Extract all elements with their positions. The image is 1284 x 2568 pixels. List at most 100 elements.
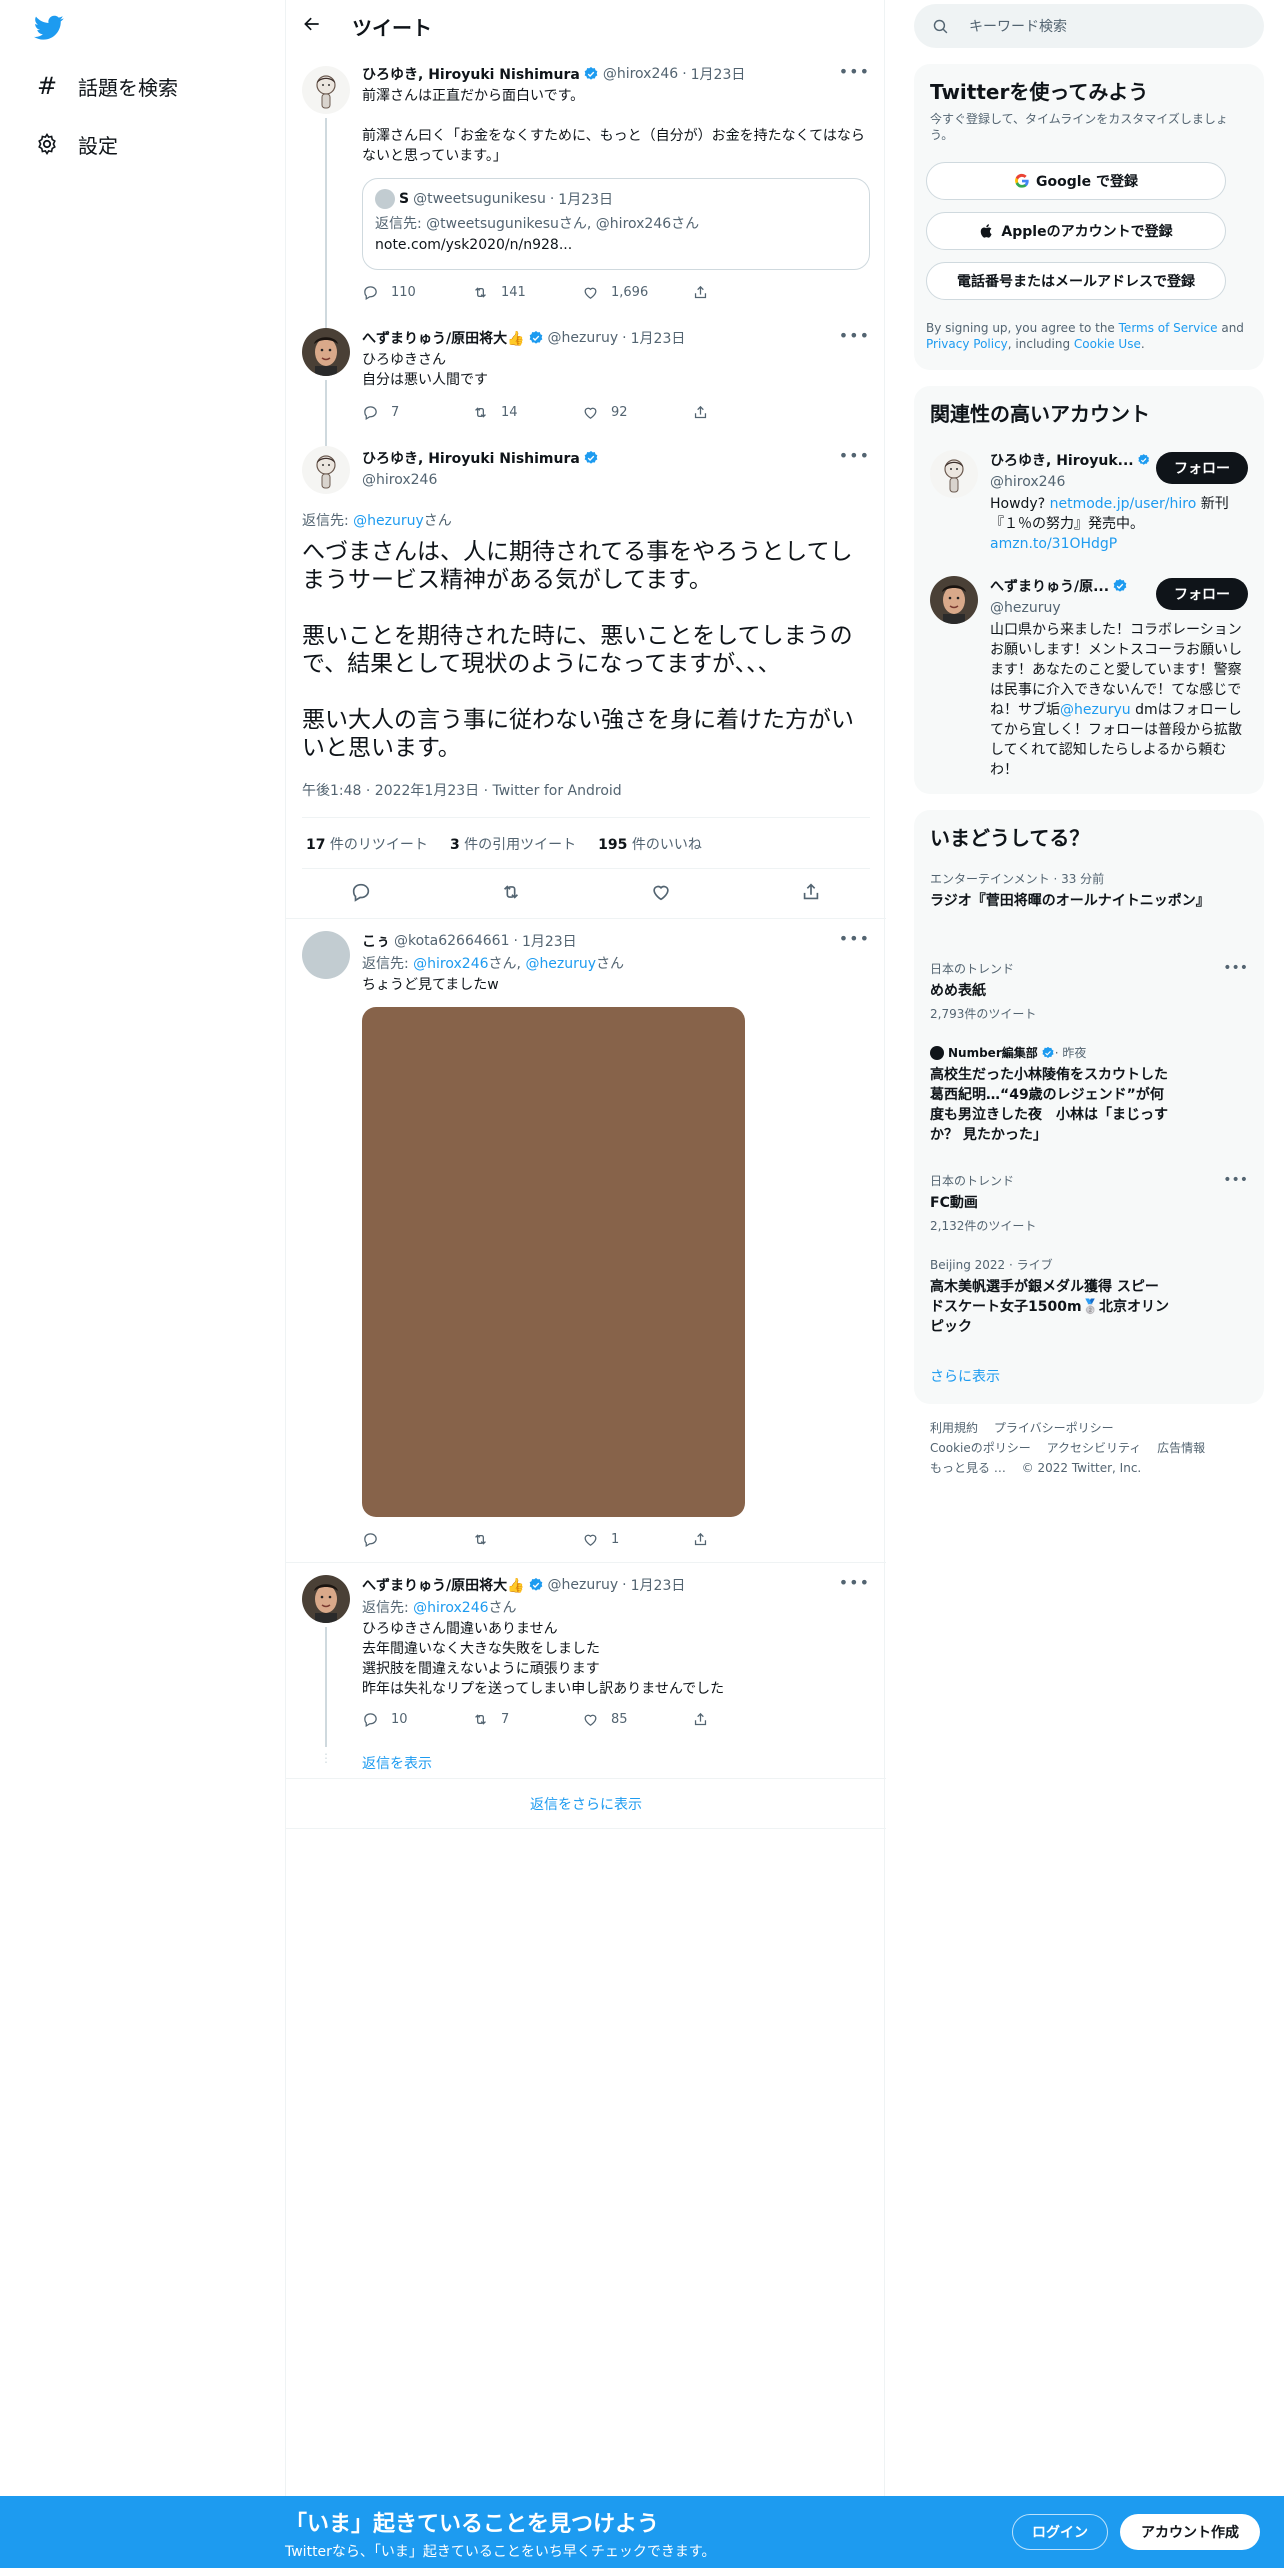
back-arrow-icon[interactable] (302, 14, 328, 39)
share-button[interactable] (692, 1531, 802, 1548)
author-handle[interactable]: @kota62664661 (394, 933, 510, 949)
author-name[interactable]: へずまりゅう/原田将大👍 (362, 328, 525, 348)
retweet-icon[interactable] (500, 881, 522, 903)
retweet-button[interactable]: 14 (472, 404, 582, 421)
cookie-use-link[interactable]: Cookie Use (1074, 337, 1141, 351)
footer-more-link[interactable]: もっと見る … (930, 1461, 1006, 1475)
tweet-date[interactable]: 1月23日 (631, 328, 686, 348)
avatar[interactable] (302, 1575, 350, 1623)
trend-item[interactable]: 日本のトレンド ••• めめ表紙 2,793件のツイート (930, 960, 1248, 1022)
show-replies-link[interactable]: 返信を表示 (362, 1753, 432, 1773)
avatar[interactable] (302, 66, 350, 114)
footer-accessibility-link[interactable]: アクセシビリティ (1047, 1441, 1142, 1455)
tweet-date[interactable]: 1月23日 (631, 1575, 686, 1595)
more-icon[interactable]: ••• (1223, 1172, 1248, 1188)
show-more-link[interactable]: さらに表示 (930, 1366, 1000, 1386)
more-icon[interactable]: ••• (839, 446, 870, 465)
like-button[interactable]: 92 (582, 404, 692, 421)
signup-button[interactable]: アカウント作成 (1120, 2514, 1260, 2550)
reply-button[interactable]: 7 (362, 404, 472, 421)
share-icon[interactable] (800, 881, 822, 903)
footer-terms-link[interactable]: 利用規約 (930, 1421, 978, 1435)
more-icon[interactable]: ••• (839, 1573, 870, 1592)
bio-link[interactable]: @hezuryu (1060, 702, 1131, 718)
trend-item[interactable]: 日本のトレンド ••• FC動画 2,132件のツイート (930, 1172, 1248, 1234)
google-icon (1015, 173, 1029, 188)
reply-to-handle[interactable]: @hezuruy (353, 513, 424, 529)
author-name[interactable]: ひろゆき, Hiroyuki Nishimura (362, 64, 580, 84)
share-button[interactable] (692, 1711, 802, 1728)
nav-explore[interactable]: # 話題を検索 (32, 66, 178, 106)
reply-button[interactable] (362, 1531, 472, 1548)
reply-button[interactable]: 10 (362, 1711, 472, 1728)
trend-title: 高木美帆選手が銀メダル獲得 スピードスケート女子1500m🥈北京オリンピック (930, 1279, 1169, 1335)
footer-cookie-link[interactable]: Cookieのポリシー (930, 1441, 1031, 1455)
verified-icon (1137, 452, 1150, 468)
share-button[interactable] (692, 284, 802, 301)
more-icon[interactable]: ••• (839, 62, 870, 81)
quotes-stat[interactable]: 3 件の引用ツイート (450, 834, 576, 854)
reply-to-handle[interactable]: @hirox246 (413, 1600, 488, 1616)
tweet-date[interactable]: 1月23日 (522, 931, 577, 951)
author-name[interactable]: へずまりゅう/原田将大👍 (362, 1575, 525, 1595)
avatar[interactable] (302, 328, 350, 376)
quoted-tweet[interactable]: S @tweetsugunikesu · 1月23日 返信先: @tweetsu… (362, 178, 870, 270)
search-bar[interactable]: キーワード検索 (914, 4, 1264, 48)
trend-item[interactable]: エンターテインメント · 33 分前 ラジオ『菅田将暉のオールナイトニッポン』 (930, 870, 1248, 911)
avatar[interactable] (302, 931, 350, 979)
twitter-logo-icon[interactable] (34, 15, 64, 41)
author-handle[interactable]: @hirox246 (362, 472, 870, 488)
more-icon[interactable]: ••• (839, 929, 870, 948)
google-signup-button[interactable]: Google で登録 (926, 162, 1226, 200)
avatar[interactable] (930, 450, 978, 498)
phone-email-signup-button[interactable]: 電話番号またはメールアドレスで登録 (926, 262, 1226, 300)
author-name[interactable]: こぅ (362, 931, 390, 951)
reply-tweet[interactable]: こぅ @kota62664661 · 1月23日 ••• 返信先: @hirox… (286, 919, 886, 1562)
follow-button[interactable]: フォロー (1156, 452, 1248, 484)
author-handle[interactable]: @hirox246 (603, 66, 678, 82)
likes-stat[interactable]: 195 件のいいね (598, 834, 702, 854)
terms-of-service-link[interactable]: Terms of Service (1119, 321, 1218, 335)
footer-privacy-link[interactable]: プライバシーポリシー (994, 1421, 1114, 1435)
trend-item[interactable]: Number編集部 · 昨夜 高校生だった小林陵侑をスカウトした葛西紀明…“49… (930, 1044, 1248, 1145)
tweet-metadata[interactable]: 午後1:48 · 2022年1月23日 · Twitter for Androi… (302, 780, 622, 800)
like-button[interactable]: 1 (582, 1531, 692, 1548)
search-input[interactable]: キーワード検索 (969, 16, 1067, 36)
author-handle[interactable]: @hezuruy (548, 330, 619, 346)
reply-to-handle[interactable]: @hezuruy (525, 956, 596, 972)
author-handle[interactable]: @hezuruy (548, 1577, 619, 1593)
avatar[interactable] (302, 446, 350, 494)
more-replies-link[interactable]: 返信をさらに表示 (286, 1794, 886, 1814)
tweet-date[interactable]: 1月23日 (691, 64, 746, 84)
thread-tweet[interactable]: ひろゆき, Hiroyuki Nishimura @hirox246 · 1月2… (286, 62, 886, 328)
nav-settings[interactable]: 設定 (32, 124, 118, 164)
retweets-stat[interactable]: 17 件のリツイート (306, 834, 428, 854)
reply-to-handle[interactable]: @hirox246 (413, 956, 488, 972)
footer-ads-link[interactable]: 広告情報 (1157, 1441, 1205, 1455)
share-button[interactable] (692, 404, 802, 421)
retweet-button[interactable] (472, 1531, 582, 1548)
login-button[interactable]: ログイン (1012, 2514, 1108, 2550)
more-icon[interactable]: ••• (1223, 960, 1248, 976)
reply-icon[interactable] (350, 881, 372, 903)
more-icon[interactable]: ••• (839, 326, 870, 345)
retweet-button[interactable]: 7 (472, 1711, 582, 1728)
apple-signup-button[interactable]: Appleのアカウントで登録 (926, 212, 1226, 250)
like-button[interactable]: 85 (582, 1711, 692, 1728)
quote-link[interactable]: note.com/ysk2020/n/n928... (375, 237, 857, 253)
bio-link[interactable]: netmode.jp/user/hiro (1050, 496, 1197, 512)
follow-button[interactable]: フォロー (1156, 578, 1248, 610)
avatar[interactable] (930, 576, 978, 624)
like-button[interactable]: 1,696 (582, 284, 692, 301)
reply-tweet[interactable]: へずまりゅう/原田将大👍 @hezuruy · 1月23日 ••• 返信先: @… (286, 1563, 886, 1778)
author-name[interactable]: ひろゆき, Hiroyuki Nishimura (362, 448, 580, 468)
thread-tweet[interactable]: へずまりゅう/原田将大👍 @hezuruy · 1月23日 ••• ひろゆきさん… (286, 320, 886, 446)
retweet-button[interactable]: 141 (472, 284, 582, 301)
reply-button[interactable]: 110 (362, 284, 472, 301)
tweet-media-image[interactable] (362, 1007, 745, 1517)
reply-count: 10 (391, 1712, 408, 1727)
like-icon[interactable] (650, 881, 672, 903)
bio-link[interactable]: amzn.to/31OHdgP (990, 536, 1117, 552)
trend-item[interactable]: Beijing 2022 · ライブ 高木美帆選手が銀メダル獲得 スピードスケー… (930, 1256, 1248, 1337)
privacy-policy-link[interactable]: Privacy Policy (926, 337, 1008, 351)
